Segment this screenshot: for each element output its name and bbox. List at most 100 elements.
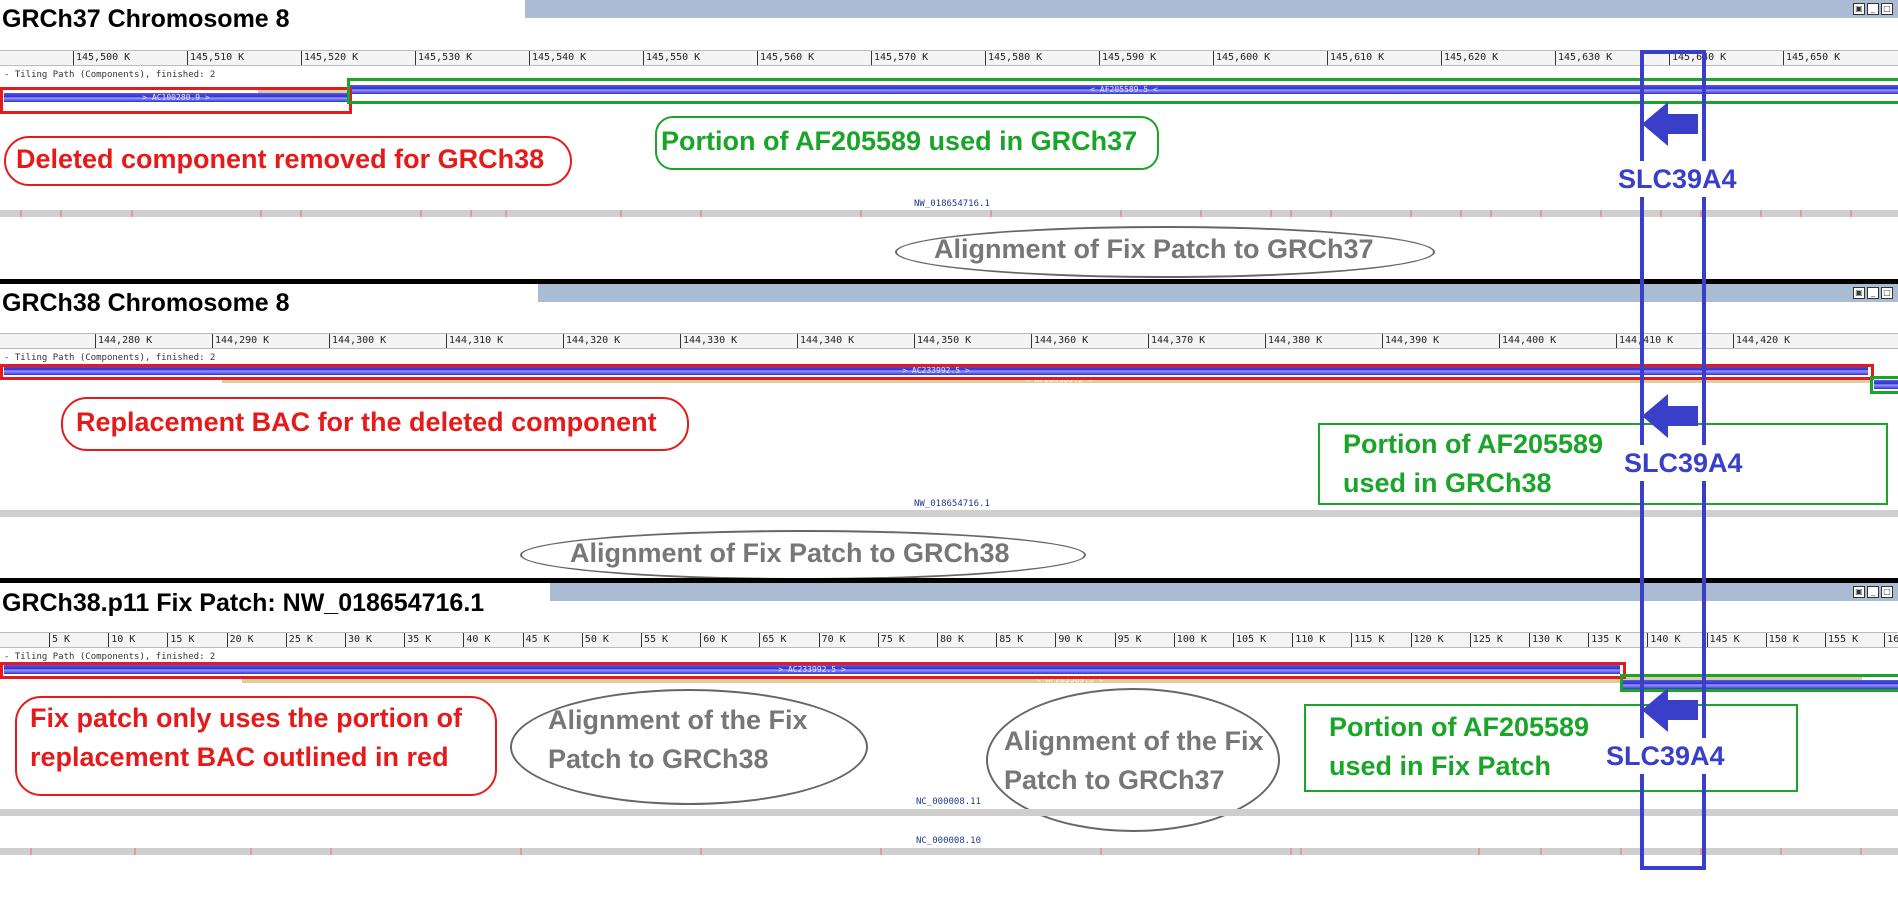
ruler-tick <box>529 51 530 65</box>
ruler-tick <box>759 633 761 647</box>
ruler-tick <box>1555 51 1556 65</box>
ruler-tick <box>415 51 416 65</box>
panel1-maximize-icon[interactable]: □ <box>1881 3 1893 15</box>
mismatch-mark <box>505 210 507 217</box>
mismatch-mark <box>620 210 622 217</box>
ruler-tick-label: 145,540 K <box>532 52 587 63</box>
align-fix-patch-grch37-text-line1: Alignment of the Fix <box>1004 726 1264 756</box>
mismatch-mark <box>1860 848 1862 855</box>
ruler-tick-label: 144,310 K <box>449 335 504 346</box>
mismatch-mark <box>1478 848 1480 855</box>
panel3-restore-icon[interactable]: ▣ <box>1853 586 1865 598</box>
ruler-tick-label: 120 K <box>1413 634 1444 645</box>
mismatch-mark <box>1120 210 1122 217</box>
panel3-alignment-track-b <box>0 848 1898 855</box>
panel1-header-bar <box>525 0 1898 18</box>
ruler-tick <box>1783 51 1784 65</box>
ruler-tick <box>73 51 74 65</box>
panel2-minimize-icon[interactable]: _ <box>1867 287 1879 299</box>
panel2-restore-icon[interactable]: ▣ <box>1853 287 1865 299</box>
mismatch-mark <box>1780 848 1782 855</box>
ruler-tick-label: 145,610 K <box>1330 52 1385 63</box>
ruler-tick <box>1382 334 1383 348</box>
panel2-maximize-icon[interactable]: □ <box>1881 287 1893 299</box>
mismatch-mark <box>880 848 882 855</box>
mismatch-mark <box>260 210 262 217</box>
ruler-tick <box>95 334 96 348</box>
mismatch-mark <box>250 848 252 855</box>
mismatch-mark <box>520 848 522 855</box>
mismatch-mark <box>1760 210 1762 217</box>
ruler-tick-label: 40 K <box>466 634 491 645</box>
ruler-tick-label: 55 K <box>644 634 669 645</box>
ruler-tick-label: 100 K <box>1176 634 1207 645</box>
ruler-tick-label: 110 K <box>1295 634 1326 645</box>
panel2-align-label: NW_018654716.1 <box>914 499 990 509</box>
mismatch-mark <box>1460 210 1462 217</box>
ruler-tick-label: 144,320 K <box>566 335 621 346</box>
ruler-tick <box>818 633 820 647</box>
ruler-tick <box>877 633 879 647</box>
ruler-tick <box>1327 51 1328 65</box>
ruler-tick <box>680 334 681 348</box>
ruler-tick <box>937 633 938 647</box>
panel1-minimize-icon[interactable]: _ <box>1867 3 1879 15</box>
mismatch-mark <box>1540 210 1542 217</box>
af-grch37-text: Portion of AF205589 used in GRCh37 <box>661 126 1138 156</box>
fix-patch-text-line2: replacement BAC outlined in red <box>30 742 449 772</box>
mismatch-mark <box>131 210 133 217</box>
panel3-maximize-icon[interactable]: □ <box>1881 586 1893 598</box>
panel1-restore-icon[interactable]: ▣ <box>1853 3 1865 15</box>
ruler-tick-label: 60 K <box>703 634 728 645</box>
ruler-tick-label: 130 K <box>1532 634 1563 645</box>
ruler-tick-label: 144,330 K <box>683 335 738 346</box>
ruler-tick <box>187 51 188 65</box>
ruler-tick-label: 30 K <box>348 634 373 645</box>
mismatch-mark <box>134 848 136 855</box>
mismatch-mark <box>1270 210 1272 217</box>
ruler-tick-label: 145,630 K <box>1558 52 1613 63</box>
ruler-tick-label: 145,570 K <box>874 52 929 63</box>
ruler-tick-label: 160 K <box>1887 634 1898 645</box>
ruler-tick-label: 144,340 K <box>800 335 855 346</box>
ruler-tick-label: 135 K <box>1591 634 1622 645</box>
ruler-tick-label: 115 K <box>1354 634 1385 645</box>
mismatch-mark <box>1290 848 1292 855</box>
panel3-ruler: 5 K 10 K 15 K 20 K 25 K 30 K 35 K 40 K 45 K 50 K 5… <box>0 632 1898 648</box>
panel2-replacement-outline <box>0 364 1874 380</box>
mismatch-mark <box>990 210 992 217</box>
panel3-used-outline <box>0 662 1626 679</box>
ruler-tick-label: 144,390 K <box>1385 335 1440 346</box>
panel3-minimize-icon[interactable]: _ <box>1867 586 1879 598</box>
mismatch-mark <box>60 210 62 217</box>
ruler-tick-label: 144,290 K <box>215 335 270 346</box>
panel1-deleted-outline <box>0 87 352 114</box>
ruler-tick-label: 85 K <box>999 634 1024 645</box>
ruler-tick-label: 144,300 K <box>332 335 387 346</box>
ruler-tick <box>1148 334 1149 348</box>
panel1-tiling-label: - Tiling Path (Components), finished: 2 <box>4 70 216 80</box>
ruler-tick-label: 144,400 K <box>1502 335 1557 346</box>
mismatch-mark <box>470 210 472 217</box>
mismatch-mark <box>1620 848 1622 855</box>
ruler-tick <box>1616 334 1617 348</box>
ruler-tick <box>301 51 302 65</box>
af-fix-text-line1: Portion of AF205589 <box>1329 712 1590 742</box>
ruler-tick-label: 155 K <box>1828 634 1859 645</box>
mismatch-mark <box>1800 210 1802 217</box>
ruler-tick-label: 145,620 K <box>1444 52 1499 63</box>
align-fix-patch-grch37-text-line2: Patch to GRCh37 <box>1004 765 1225 795</box>
panel3-alignment-track-a <box>0 809 1898 816</box>
ruler-tick <box>1706 633 1708 647</box>
ruler-tick-label: 144,370 K <box>1151 335 1206 346</box>
ruler-tick <box>1173 633 1175 647</box>
panel2-tiling-label: - Tiling Path (Components), finished: 2 <box>4 353 216 363</box>
ruler-tick-label: 45 K <box>525 634 550 645</box>
ruler-tick-label: 90 K <box>1058 634 1083 645</box>
ruler-tick-label: 5 K <box>52 634 71 645</box>
mismatch-mark <box>1100 848 1102 855</box>
ruler-tick-label: 35 K <box>407 634 432 645</box>
align-fix-grch37-text: Alignment of Fix Patch to GRCh37 <box>934 234 1374 264</box>
ruler-tick <box>700 633 702 647</box>
ruler-tick-label: 80 K <box>940 634 965 645</box>
